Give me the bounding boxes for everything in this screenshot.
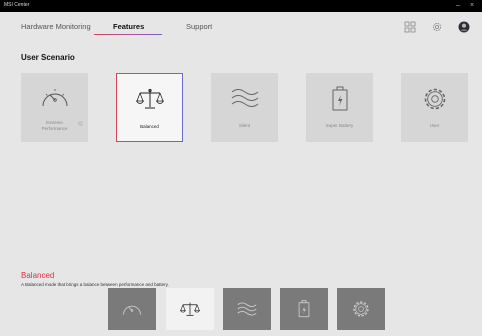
scenario-description-title: Balanced [21, 271, 55, 280]
dock-item-balanced[interactable] [166, 288, 214, 330]
scenario-card-user[interactable]: User [401, 73, 468, 142]
waves-icon [237, 302, 257, 316]
scenario-card-balanced[interactable]: Balanced [116, 73, 183, 142]
gear-icon [353, 301, 369, 317]
card-label: Silent [238, 123, 251, 128]
user-avatar-icon[interactable] [458, 21, 470, 33]
section-title-user-scenario: User Scenario [21, 53, 75, 62]
scenario-description-text: A Balanced mode that brings a balance be… [21, 282, 169, 287]
card-label: User [429, 123, 440, 128]
battery-bolt-icon [298, 300, 310, 318]
balance-scale-icon [135, 88, 164, 109]
waves-icon [231, 89, 258, 107]
scenario-card-extreme-performance[interactable]: Extreme Performance [21, 73, 88, 142]
scenario-card-silent[interactable]: Silent [211, 73, 278, 142]
small-gear-icon[interactable] [77, 120, 84, 127]
grid-icon[interactable] [404, 21, 416, 33]
balance-scale-icon [180, 302, 200, 316]
scenario-card-super-battery[interactable]: Super Battery [306, 73, 373, 142]
dock-item-extreme-performance[interactable] [108, 288, 156, 330]
app-title: MSI Center [4, 2, 30, 8]
dock-item-super-battery[interactable] [280, 288, 328, 330]
tab-features[interactable]: Features [113, 22, 144, 31]
speedometer-icon [42, 89, 67, 107]
minimize-button[interactable]: – [456, 1, 460, 11]
tab-support[interactable]: Support [186, 22, 212, 31]
card-label: Super Battery [325, 123, 354, 128]
battery-bolt-icon [332, 86, 347, 111]
gear-icon [424, 88, 445, 110]
card-label: Balanced [140, 124, 159, 129]
settings-gear-icon[interactable] [431, 21, 443, 33]
title-bar: MSI Center – × [0, 0, 482, 12]
dock-item-user[interactable] [337, 288, 385, 330]
active-tab-indicator [94, 34, 162, 35]
close-button[interactable]: × [470, 1, 474, 11]
dock-item-silent[interactable] [223, 288, 271, 330]
speedometer-icon [123, 305, 141, 315]
tab-hardware-monitoring[interactable]: Hardware Monitoring [21, 22, 91, 31]
